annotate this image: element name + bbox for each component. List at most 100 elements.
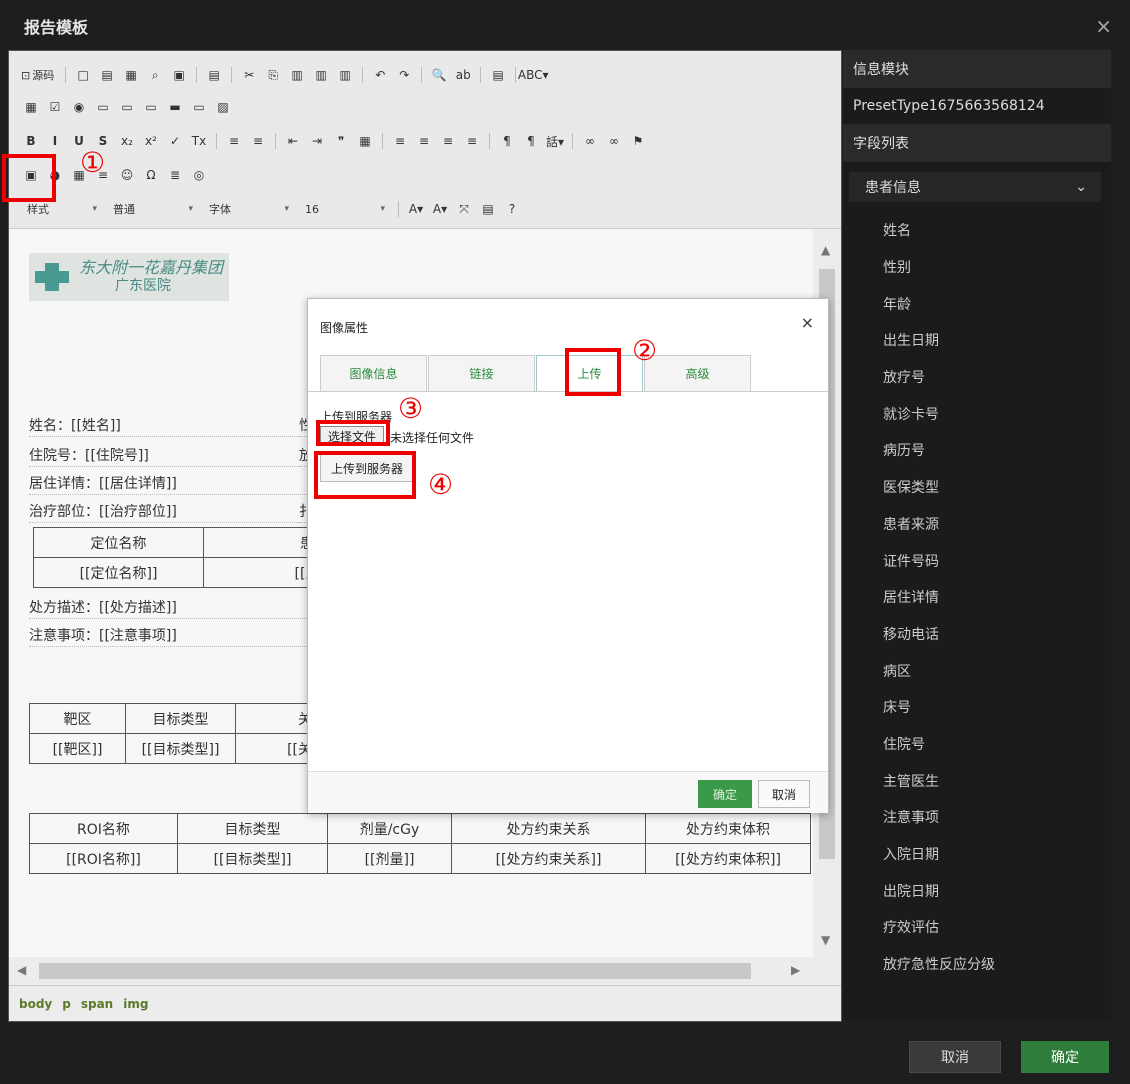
toolbar-button[interactable]: 話▾ <box>545 131 565 151</box>
toolbar-button[interactable]: ? <box>502 199 522 219</box>
toolbar-button[interactable]: ▣ <box>169 65 189 85</box>
toolbar-button[interactable]: ⌕ <box>145 65 165 85</box>
toolbar-button[interactable]: ab <box>453 65 473 85</box>
field-list-item[interactable]: 床号 <box>843 689 1111 726</box>
toolbar-button[interactable]: ⇤ <box>283 131 303 151</box>
toolbar-button[interactable]: Ω <box>141 165 161 185</box>
field-list-item[interactable]: 性别 <box>843 249 1111 286</box>
dialog-cancel-button[interactable]: 取消 <box>758 780 810 808</box>
toolbar-button[interactable]: ☺ <box>117 165 137 185</box>
field-list-item[interactable]: 出生日期 <box>843 322 1111 359</box>
toolbar-button[interactable]: ⎘ <box>263 65 283 85</box>
toolbar-button[interactable]: ∞ <box>604 131 624 151</box>
modal-close-icon[interactable]: × <box>1095 14 1112 38</box>
dialog-close-icon[interactable]: × <box>801 313 814 332</box>
toolbar-button[interactable]: ≣ <box>165 165 185 185</box>
field-list-item[interactable]: 主管医生 <box>843 762 1111 799</box>
toolbar-button[interactable]: ▤ <box>97 65 117 85</box>
scroll-down-icon[interactable]: ▼ <box>821 933 830 947</box>
tab-image-info[interactable]: 图像信息 <box>320 355 427 391</box>
toolbar-button[interactable]: ≡ <box>248 131 268 151</box>
dialog-ok-button[interactable]: 确定 <box>698 780 752 808</box>
tab-advanced[interactable]: 高级 <box>644 355 751 391</box>
field-list-item[interactable]: 住院号 <box>843 726 1111 763</box>
toolbar-button[interactable]: ▭ <box>117 97 137 117</box>
toolbar-button[interactable]: ≡ <box>462 131 482 151</box>
toolbar-button[interactable]: □ <box>73 65 93 85</box>
toolbar-button[interactable]: x² <box>141 131 161 151</box>
toolbar-button[interactable]: ✓ <box>165 131 185 151</box>
toolbar-button[interactable]: ¶ <box>497 131 517 151</box>
toolbar-button[interactable]: ▦ <box>21 97 41 117</box>
toolbar-button[interactable]: ≡ <box>390 131 410 151</box>
toolbar-button[interactable]: ▦ <box>121 65 141 85</box>
scroll-up-icon[interactable]: ▲ <box>821 243 830 257</box>
field-list-item[interactable]: 放疗急性反应分级 <box>843 946 1111 983</box>
toolbar-button[interactable]: ¶ <box>521 131 541 151</box>
toolbar-button[interactable]: ≡ <box>438 131 458 151</box>
format-combo[interactable]: 普通 ▾ <box>107 200 199 218</box>
cancel-button[interactable]: 取消 <box>909 1041 1001 1073</box>
scroll-right-icon[interactable]: ▶ <box>791 963 800 977</box>
scroll-left-icon[interactable]: ◀ <box>17 963 26 977</box>
field-list-item[interactable]: 病历号 <box>843 432 1111 469</box>
toolbar-button[interactable]: B <box>21 131 41 151</box>
field-list-item[interactable]: 就诊卡号 <box>843 395 1111 432</box>
font-combo[interactable]: 字体 ▾ <box>203 200 295 218</box>
hospital-logo[interactable]: 东大附一花嘉丹集团 广东医院 <box>29 253 229 301</box>
field-list-item[interactable]: 证件号码 <box>843 542 1111 579</box>
path-p[interactable]: p <box>62 997 71 1011</box>
toolbar-button[interactable]: ≡ <box>224 131 244 151</box>
field-list-item[interactable]: 入院日期 <box>843 836 1111 873</box>
field-list-item[interactable]: 放疗号 <box>843 359 1111 396</box>
toolbar-button[interactable]: ▭ <box>189 97 209 117</box>
toolbar-button[interactable]: ▬ <box>165 97 185 117</box>
tab-link[interactable]: 链接 <box>428 355 535 391</box>
field-list-item[interactable]: 移动电话 <box>843 616 1111 653</box>
toolbar-button[interactable]: ↷ <box>394 65 414 85</box>
toolbar-button[interactable]: 🔍 <box>429 65 449 85</box>
path-body[interactable]: body <box>19 997 52 1011</box>
toolbar-button[interactable]: ▥ <box>335 65 355 85</box>
horizontal-scrollbar[interactable]: ◀ ▶ <box>9 957 841 985</box>
toolbar-button[interactable]: ✂ <box>239 65 259 85</box>
toolbar-button[interactable]: ▭ <box>93 97 113 117</box>
toolbar-button[interactable]: ≡ <box>414 131 434 151</box>
toolbar-button[interactable]: ▭ <box>141 97 161 117</box>
toolbar-button[interactable]: ◎ <box>189 165 209 185</box>
toolbar-button[interactable]: ▤ <box>478 199 498 219</box>
toolbar-button[interactable]: ABC▾ <box>518 65 549 85</box>
field-list-item[interactable]: 姓名 <box>843 212 1111 249</box>
field-list-item[interactable]: 医保类型 <box>843 469 1111 506</box>
toolbar-button[interactable]: ∞ <box>580 131 600 151</box>
scroll-thumb[interactable] <box>39 963 751 979</box>
toolbar-button[interactable]: A▾ <box>430 199 450 219</box>
field-list-item[interactable]: 年龄 <box>843 285 1111 322</box>
field-list-item[interactable]: 注意事项 <box>843 799 1111 836</box>
toolbar-button[interactable]: ▨ <box>213 97 233 117</box>
field-list-item[interactable]: 患者来源 <box>843 506 1111 543</box>
toolbar-button[interactable]: ▤ <box>488 65 508 85</box>
field-list-item[interactable]: 出院日期 <box>843 872 1111 909</box>
patient-info-group[interactable]: 患者信息 ⌄ <box>849 172 1101 202</box>
toolbar-button[interactable]: A▾ <box>406 199 426 219</box>
toolbar-button[interactable]: ▥ <box>311 65 331 85</box>
field-list-item[interactable]: 病区 <box>843 652 1111 689</box>
field-list-item[interactable]: 居住详情 <box>843 579 1111 616</box>
toolbar-button[interactable]: ▤ <box>204 65 224 85</box>
toolbar-button[interactable]: ⚑ <box>628 131 648 151</box>
toolbar-button[interactable]: ▦ <box>355 131 375 151</box>
toolbar-button[interactable]: ☑ <box>45 97 65 117</box>
toolbar-button[interactable]: x₂ <box>117 131 137 151</box>
toolbar-button[interactable]: ↶ <box>370 65 390 85</box>
styles-combo[interactable]: 样式 ▾ <box>21 200 103 218</box>
field-list-item[interactable]: 疗效评估 <box>843 909 1111 946</box>
toolbar-button[interactable]: ◉ <box>69 97 89 117</box>
toolbar-button[interactable]: ⤧ <box>454 199 474 219</box>
path-span[interactable]: span <box>81 997 113 1011</box>
path-img[interactable]: img <box>123 997 148 1011</box>
size-combo[interactable]: 16 ▾ <box>299 200 391 218</box>
toolbar-button[interactable]: Tx <box>189 131 209 151</box>
confirm-button[interactable]: 确定 <box>1021 1041 1109 1073</box>
toolbar-button[interactable]: ▥ <box>287 65 307 85</box>
